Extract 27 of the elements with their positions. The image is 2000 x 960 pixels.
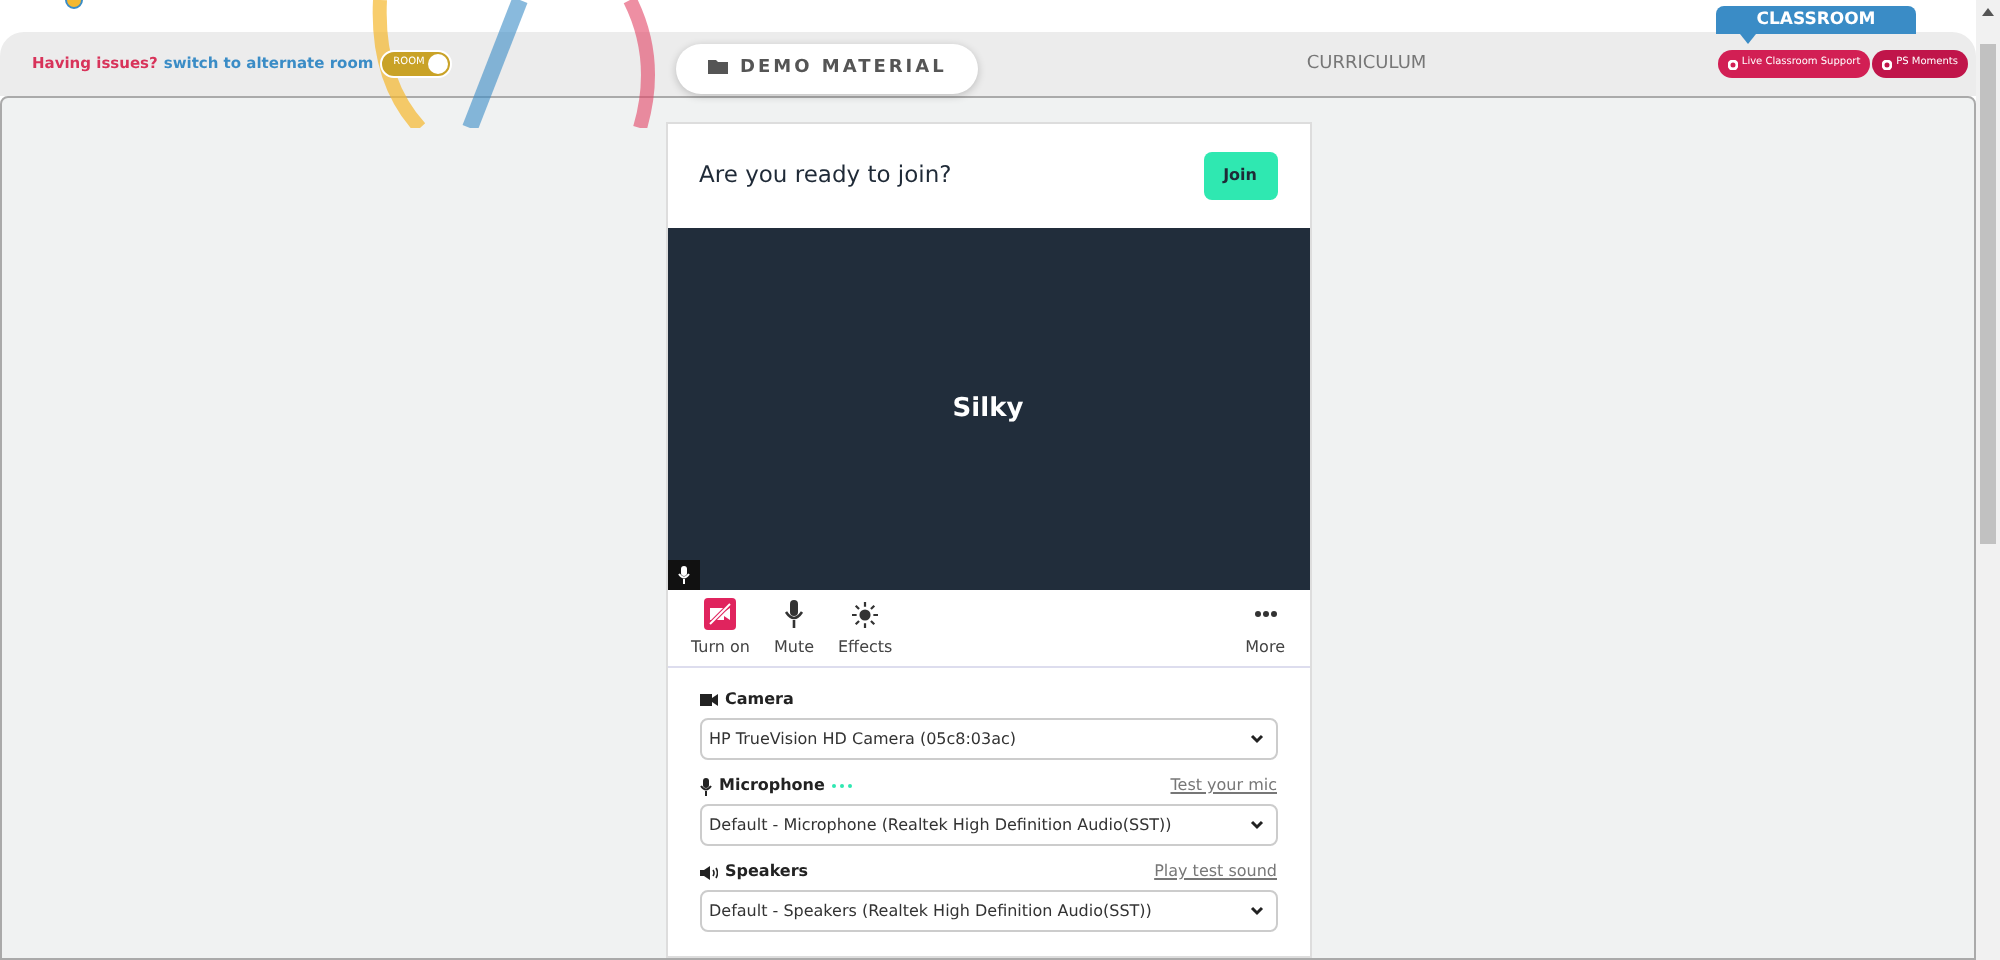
prejoin-title: Are you ready to join?: [699, 158, 952, 193]
tab[interactable]: CURRICULUM: [1278, 40, 1455, 91]
control-button[interactable]: Turn on: [683, 590, 758, 666]
device-select[interactable]: Default - Microphone (Realtek High Definition Audio(SST)): [699, 804, 1277, 846]
microphone-icon: [699, 777, 711, 795]
scroll-up-icon[interactable]: [1982, 8, 1994, 16]
pointer-icon: [1740, 34, 1756, 44]
tab[interactable]: DEMO MATERIAL: [676, 44, 979, 94]
control-button[interactable]: More: [1237, 590, 1293, 666]
test-link[interactable]: Play test sound: [1154, 860, 1277, 884]
chevron-down-icon: [1249, 906, 1263, 916]
chevron-down-icon: [1249, 734, 1263, 744]
participant-name: Silky: [952, 391, 1024, 428]
device-label: Microphone: [719, 774, 825, 798]
join-button[interactable]: Join: [1203, 152, 1277, 200]
test-link[interactable]: Test your mic: [1170, 774, 1277, 798]
device-label: Speakers: [725, 860, 809, 884]
control-button[interactable]: Effects: [830, 590, 901, 666]
camera-icon: [699, 694, 717, 706]
device-select[interactable]: HP TrueVision HD Camera (05c8:03ac): [699, 718, 1277, 760]
folder-icon: [708, 58, 728, 74]
control-button[interactable]: Mute: [765, 590, 822, 666]
chevron-down-icon: [1249, 820, 1263, 830]
speaker-icon: [699, 865, 717, 879]
device-select[interactable]: Default - Speakers (Realtek High Definition Audio(SST)): [699, 890, 1277, 932]
scrollbar-thumb[interactable]: [1980, 44, 1996, 544]
device-label: Camera: [725, 688, 794, 712]
